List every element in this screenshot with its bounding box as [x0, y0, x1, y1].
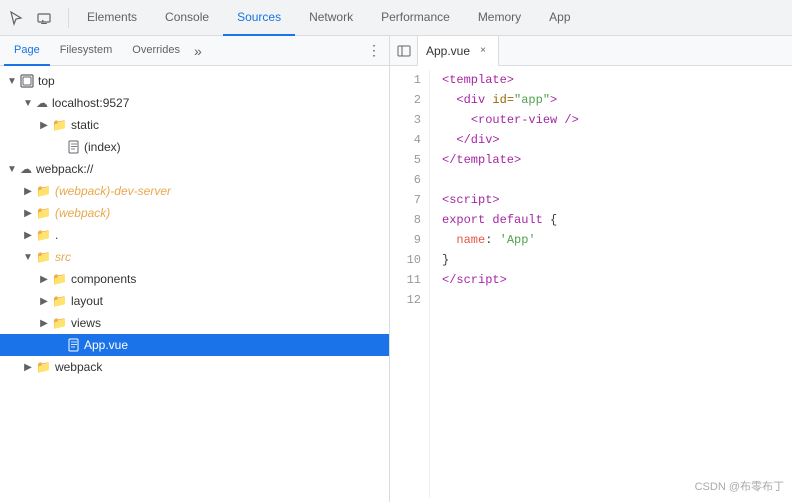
src-label: src — [55, 250, 71, 264]
expand-arrow-static: ▶ — [36, 120, 52, 131]
code-line-4: </div> — [442, 130, 780, 150]
cursor-icon[interactable] — [4, 6, 28, 30]
expand-arrow-src: ▼ — [20, 252, 36, 263]
cloud-icon-webpack: ☁ — [20, 162, 32, 176]
main-content: Page Filesystem Overrides » ⋮ ▼ top ▼ ☁ — [0, 36, 792, 502]
tab-elements[interactable]: Elements — [73, 0, 151, 36]
folder-icon-layout: 📁 — [52, 294, 67, 308]
folder-icon-dot: 📁 — [36, 228, 51, 242]
cloud-icon-localhost: ☁ — [36, 96, 48, 110]
editor-tab-bar: App.vue × — [390, 36, 792, 66]
code-line-6 — [442, 170, 780, 190]
tab-memory[interactable]: Memory — [464, 0, 535, 36]
file-tree: ▼ top ▼ ☁ localhost:9527 ▶ 📁 static — [0, 66, 389, 502]
dot-label: . — [55, 228, 58, 242]
code-line-11: </script> — [442, 270, 780, 290]
code-line-8: export default { — [442, 210, 780, 230]
expand-arrow-top: ▼ — [4, 76, 20, 87]
localhost-label: localhost:9527 — [52, 96, 129, 110]
appvue-label: App.vue — [84, 338, 128, 352]
tree-item-static[interactable]: ▶ 📁 static — [0, 114, 389, 136]
more-tabs-icon[interactable]: » — [190, 43, 206, 59]
tree-item-dot[interactable]: ▶ 📁 . — [0, 224, 389, 246]
tree-item-appvue[interactable]: App.vue — [0, 334, 389, 356]
code-line-7: <script> — [442, 190, 780, 210]
expand-arrow-views: ▶ — [36, 318, 52, 329]
folder-icon-components: 📁 — [52, 272, 67, 286]
box-icon — [20, 74, 34, 88]
right-panel: App.vue × 1 2 3 4 5 6 7 8 9 10 11 12 <te… — [390, 36, 792, 502]
code-line-1: <template> — [442, 70, 780, 90]
tree-item-src[interactable]: ▼ 📁 src — [0, 246, 389, 268]
code-line-12 — [442, 290, 780, 310]
folder-icon-webpack2: 📁 — [36, 206, 51, 220]
wds-label: (webpack)-dev-server — [55, 184, 171, 198]
code-line-5: </template> — [442, 150, 780, 170]
tree-item-index[interactable]: (index) — [0, 136, 389, 158]
webpack-root-label: webpack:// — [36, 162, 93, 176]
expand-arrow-webpack-root: ▼ — [4, 164, 20, 175]
top-label: top — [38, 74, 55, 88]
expand-arrow-localhost: ▼ — [20, 98, 36, 109]
tree-item-webpack-bottom[interactable]: ▶ 📁 webpack — [0, 356, 389, 378]
nav-breadcrumb-icon[interactable] — [390, 36, 418, 66]
expand-arrow-webpack2: ▶ — [20, 208, 36, 219]
code-line-2: <div id="app"> — [442, 90, 780, 110]
sub-tabs: Page Filesystem Overrides » ⋮ — [0, 36, 389, 66]
tree-item-webpack-dev-server[interactable]: ▶ 📁 (webpack)-dev-server — [0, 180, 389, 202]
editor-tab-label: App.vue — [426, 44, 470, 58]
sub-tab-filesystem[interactable]: Filesystem — [50, 36, 123, 66]
folder-icon-src: 📁 — [36, 250, 51, 264]
tab-app[interactable]: App — [535, 0, 584, 36]
folder-icon-wds: 📁 — [36, 184, 51, 198]
tree-item-views[interactable]: ▶ 📁 views — [0, 312, 389, 334]
expand-arrow-layout: ▶ — [36, 296, 52, 307]
folder-icon-views: 📁 — [52, 316, 67, 330]
layout-label: layout — [71, 294, 103, 308]
left-panel: Page Filesystem Overrides » ⋮ ▼ top ▼ ☁ — [0, 36, 390, 502]
sub-tab-overrides[interactable]: Overrides — [122, 36, 190, 66]
code-line-9: name: 'App' — [442, 230, 780, 250]
toolbar-icons — [4, 6, 56, 30]
tree-item-localhost[interactable]: ▼ ☁ localhost:9527 — [0, 92, 389, 114]
watermark: CSDN @布零布丁 — [695, 478, 784, 494]
expand-arrow-components: ▶ — [36, 274, 52, 285]
folder-icon-static: 📁 — [52, 118, 67, 132]
webpack-bottom-label: webpack — [55, 360, 102, 374]
webpack2-label: (webpack) — [55, 206, 110, 220]
static-label: static — [71, 118, 99, 132]
components-label: components — [71, 272, 136, 286]
tree-item-top[interactable]: ▼ top — [0, 70, 389, 92]
tab-bar: Elements Console Sources Network Perform… — [73, 0, 585, 36]
code-line-3: <router-view /> — [442, 110, 780, 130]
file-icon-index — [68, 140, 80, 154]
tree-item-webpack2[interactable]: ▶ 📁 (webpack) — [0, 202, 389, 224]
tab-network[interactable]: Network — [295, 0, 367, 36]
device-icon[interactable] — [32, 6, 56, 30]
code-area: 1 2 3 4 5 6 7 8 9 10 11 12 <template> <d… — [390, 66, 792, 502]
expand-arrow-wds: ▶ — [20, 186, 36, 197]
expand-arrow-dot: ▶ — [20, 230, 36, 241]
line-numbers: 1 2 3 4 5 6 7 8 9 10 11 12 — [390, 70, 430, 498]
index-label: (index) — [84, 140, 121, 154]
toolbar-divider — [68, 8, 69, 28]
tab-performance[interactable]: Performance — [367, 0, 464, 36]
expand-arrow-webpack-bottom: ▶ — [20, 362, 36, 373]
code-lines: <template> <div id="app"> <router-view /… — [430, 70, 792, 498]
editor-tab-close[interactable]: × — [476, 44, 490, 58]
sub-tab-page[interactable]: Page — [4, 36, 50, 66]
tree-item-webpack-root[interactable]: ▼ ☁ webpack:// — [0, 158, 389, 180]
tab-console[interactable]: Console — [151, 0, 223, 36]
tree-item-components[interactable]: ▶ 📁 components — [0, 268, 389, 290]
folder-icon-webpack-bottom: 📁 — [36, 360, 51, 374]
tab-sources[interactable]: Sources — [223, 0, 295, 36]
editor-tab-appvue[interactable]: App.vue × — [418, 36, 499, 66]
file-icon-appvue — [68, 338, 80, 352]
tree-item-layout[interactable]: ▶ 📁 layout — [0, 290, 389, 312]
sub-tabs-menu-icon[interactable]: ⋮ — [363, 42, 385, 59]
code-line-10: } — [442, 250, 780, 270]
toolbar: Elements Console Sources Network Perform… — [0, 0, 792, 36]
views-label: views — [71, 316, 101, 330]
